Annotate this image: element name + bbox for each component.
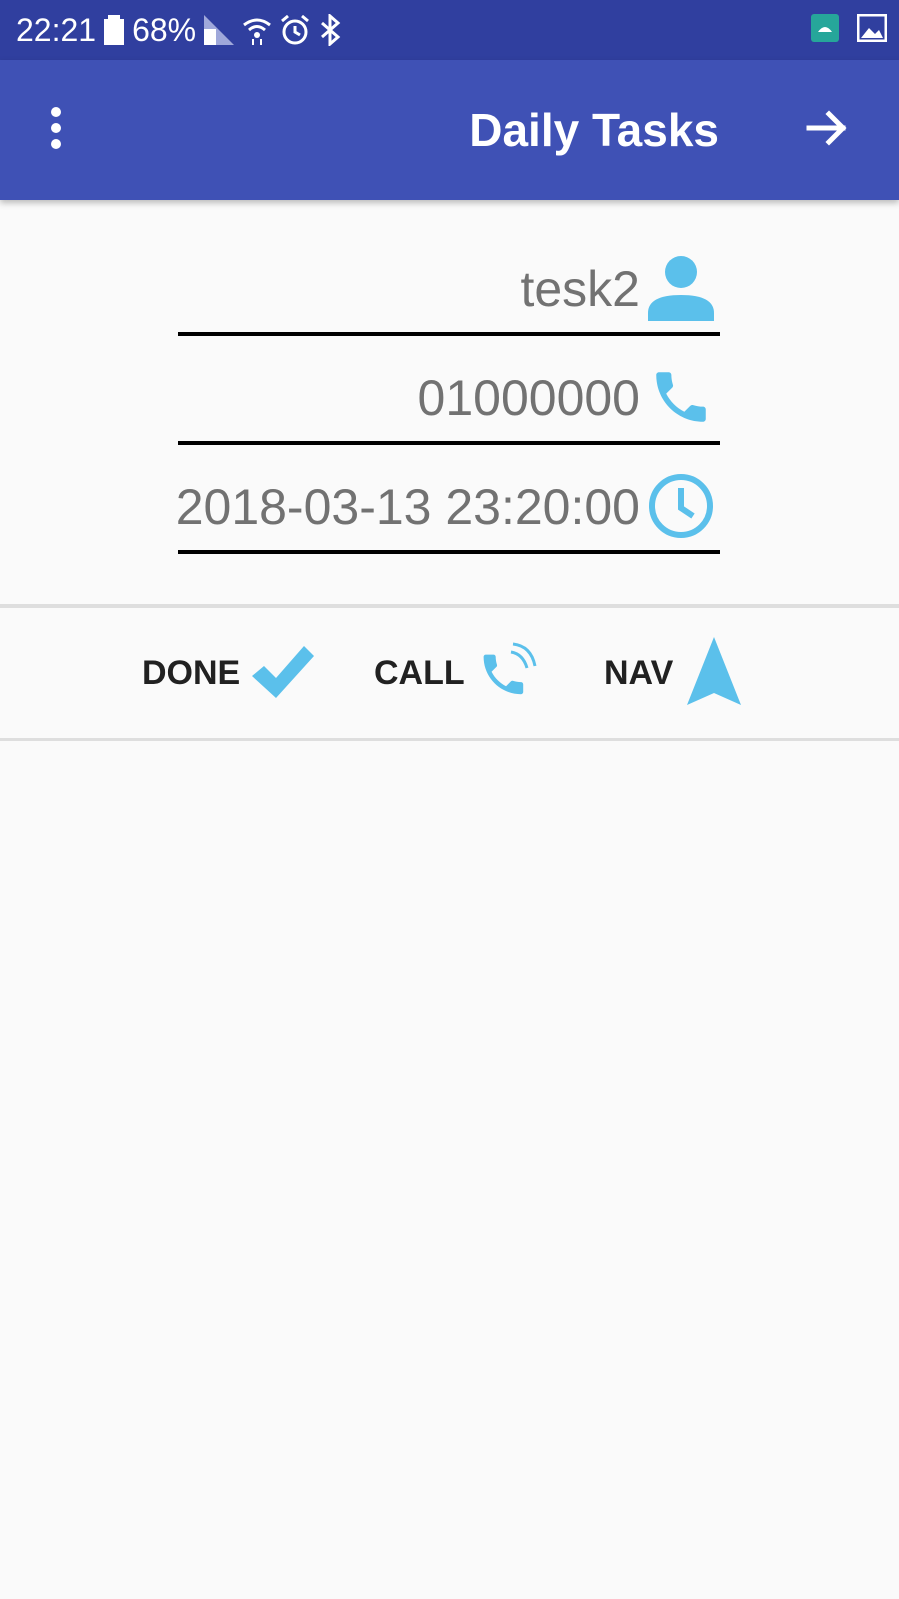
overflow-menu-icon [50,106,62,155]
signal-icon [204,15,235,45]
status-time: 22:21 [16,11,97,48]
nav-label: NAV [604,653,674,692]
person-icon [646,252,716,324]
nav-button[interactable]: NAV [604,608,743,738]
done-label: DONE [142,653,241,692]
call-label: CALL [374,653,465,692]
battery-icon [104,15,125,45]
clock-icon [646,470,716,542]
phone-ringing-icon [477,640,539,707]
phone-icon [646,361,716,433]
divider [0,738,899,741]
app-bar: Daily Tasks [0,60,899,200]
battery-level: 68% [132,11,197,48]
task-datetime-field[interactable]: 2018-03-13 23:20:00 [175,464,720,554]
bluetooth-icon [318,14,344,46]
done-button[interactable]: DONE [142,608,315,738]
call-button[interactable]: CALL [374,608,539,738]
task-phone-value: 01000000 [417,370,640,426]
arrow-forward-icon [805,106,849,155]
app-title: Daily Tasks [469,104,719,156]
forward-button[interactable] [795,98,859,162]
overflow-menu-button[interactable] [28,88,84,172]
task-name-field[interactable]: tesk2 [178,246,720,336]
check-icon [252,644,315,703]
task-name-value: tesk2 [520,261,640,317]
gallery-icon [856,13,888,47]
alarm-icon [280,15,310,45]
android-icon [811,13,839,47]
status-right [811,0,888,60]
status-left: 22:21 68% [16,0,344,60]
navigation-icon [685,635,743,712]
wifi-icon [242,15,272,45]
task-datetime-value: 2018-03-13 23:20:00 [175,479,640,535]
action-bar: DONE CALL NAV [0,608,899,738]
task-phone-field[interactable]: 01000000 [178,355,720,445]
status-bar: 22:21 68% [0,0,899,60]
